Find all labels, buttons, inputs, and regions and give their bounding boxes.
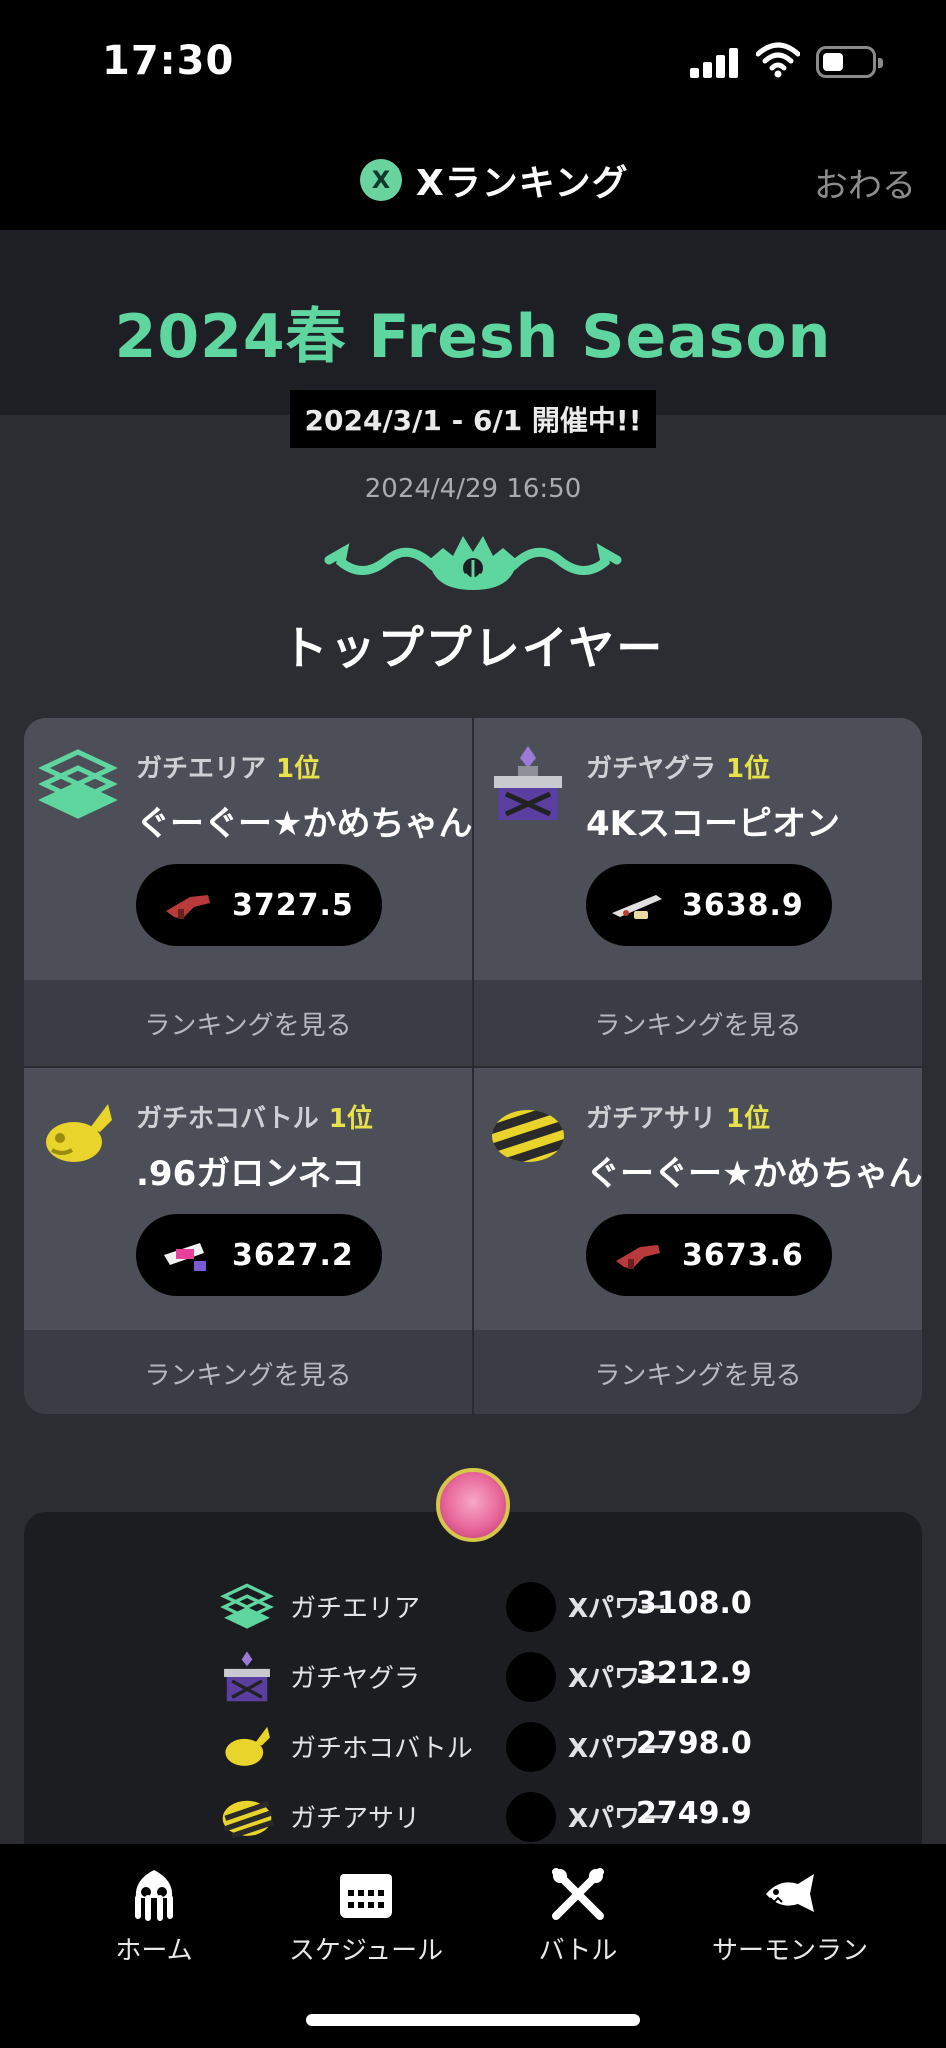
avatar	[436, 1468, 510, 1542]
ranking-grid: ガチエリア 1位 ぐーぐー★かめちゃん 3727.5 ランキングを見る ガチヤグラ…	[24, 718, 922, 1414]
weapon-icon	[612, 895, 662, 919]
cellular-signal-icon	[690, 46, 740, 78]
rainmaker-icon	[225, 1726, 270, 1766]
x-power-value: 3108.0	[636, 1586, 752, 1621]
x-power-badge: 3627.2	[136, 1214, 382, 1296]
calendar-icon	[340, 1874, 392, 1918]
mode-rank-label: ガチヤグラ 1位	[586, 754, 771, 784]
weapon-icon	[166, 895, 210, 919]
x-power-row: ガチエリア Xパワー 3108.0	[24, 1576, 922, 1636]
grid-divider	[24, 1066, 922, 1068]
player-name: ぐーぐー★かめちゃん	[586, 1154, 922, 1194]
season-title: 2024春 Fresh Season	[114, 302, 832, 372]
view-ranking-link[interactable]: ランキングを見る	[474, 980, 922, 1066]
season-banner: 2024春 Fresh Season	[0, 230, 946, 415]
x-power-row: ガチヤグラ Xパワー 3212.9	[24, 1646, 922, 1706]
weapon-icon	[506, 1792, 556, 1842]
player-name: 4Kスコーピオン	[586, 804, 841, 844]
updated-timestamp: 2024/4/29 16:50	[364, 474, 582, 504]
home-indicator	[306, 2014, 640, 2026]
top-player-heading: トッププレイヤー	[281, 621, 665, 675]
mode-rank-label: ガチアサリ 1位	[586, 1104, 771, 1134]
weapon-icon	[506, 1582, 556, 1632]
weapon-icon	[164, 1243, 206, 1271]
view-ranking-link[interactable]: ランキングを見る	[24, 1330, 472, 1414]
header-title-group: X Xランキング	[360, 152, 629, 208]
mode-label: ガチアサリ	[290, 1804, 421, 1834]
clam-blitz-icon	[222, 1800, 274, 1839]
splat-zones-icon	[220, 1583, 274, 1629]
player-name: .96ガロンネコ	[136, 1154, 365, 1194]
squid-icon	[135, 1870, 173, 1921]
wifi-icon	[756, 42, 800, 78]
x-power-value: 2798.0	[636, 1726, 752, 1761]
clam-blitz-icon	[492, 1110, 564, 1162]
weapon-icon	[506, 1652, 556, 1702]
x-power-value: 2749.9	[636, 1796, 752, 1831]
splat-zones-icon	[38, 749, 118, 819]
app-header: X Xランキング おわる	[0, 130, 946, 230]
tower-control-icon	[494, 746, 562, 820]
view-ranking-link[interactable]: ランキングを見る	[24, 980, 472, 1066]
mode-label: ガチエリア	[290, 1594, 421, 1624]
page-title: Xランキング	[416, 163, 629, 204]
x-power-badge: 3638.9	[586, 864, 832, 946]
status-time: 17:30	[102, 38, 235, 84]
mode-label: ガチホコバトル	[290, 1734, 473, 1764]
crossed-weapons-icon	[552, 1868, 604, 1920]
tower-control-icon	[224, 1651, 270, 1702]
salmon-icon	[766, 1874, 814, 1912]
mode-rank-label: ガチホコバトル 1位	[136, 1104, 373, 1134]
ranking-card-tower-control: ガチヤグラ 1位 4Kスコーピオン 3638.9	[474, 718, 922, 980]
x-power-row: ガチホコバトル Xパワー 2798.0	[24, 1716, 922, 1776]
mode-rank-label: ガチエリア 1位	[136, 754, 321, 784]
tab-battle[interactable]: バトル	[478, 1866, 678, 1986]
rainmaker-icon	[46, 1104, 112, 1162]
weapon-icon	[506, 1722, 556, 1772]
season-dates: 2024/3/1 - 6/1 開催中!!	[290, 390, 656, 448]
mode-label: ガチヤグラ	[290, 1664, 421, 1694]
top-player-emblem-icon	[324, 536, 622, 590]
tab-salmon-run[interactable]: サーモンラン	[690, 1866, 890, 1986]
battery-icon	[816, 46, 883, 78]
tab-home[interactable]: ホーム	[54, 1866, 254, 1986]
close-button[interactable]: おわる	[814, 158, 916, 207]
x-rank-icon: X	[360, 159, 402, 201]
x-power-badge: 3727.5	[136, 864, 382, 946]
status-bar: 17:30	[0, 0, 946, 130]
weapon-icon	[616, 1245, 660, 1269]
ranking-card-clam-blitz: ガチアサリ 1位 ぐーぐー★かめちゃん 3673.6	[474, 1068, 922, 1330]
player-name: ぐーぐー★かめちゃん	[136, 804, 473, 844]
x-power-badge: 3673.6	[586, 1214, 832, 1296]
ranking-card-rainmaker: ガチホコバトル 1位 .96ガロンネコ 3627.2	[24, 1068, 472, 1330]
x-power-row: ガチアサリ Xパワー 2749.9	[24, 1786, 922, 1846]
x-power-value: 3212.9	[636, 1656, 752, 1691]
ranking-card-splat-zones: ガチエリア 1位 ぐーぐー★かめちゃん 3727.5	[24, 718, 472, 980]
view-ranking-link[interactable]: ランキングを見る	[474, 1330, 922, 1414]
tab-schedule[interactable]: スケジュール	[266, 1866, 466, 1986]
